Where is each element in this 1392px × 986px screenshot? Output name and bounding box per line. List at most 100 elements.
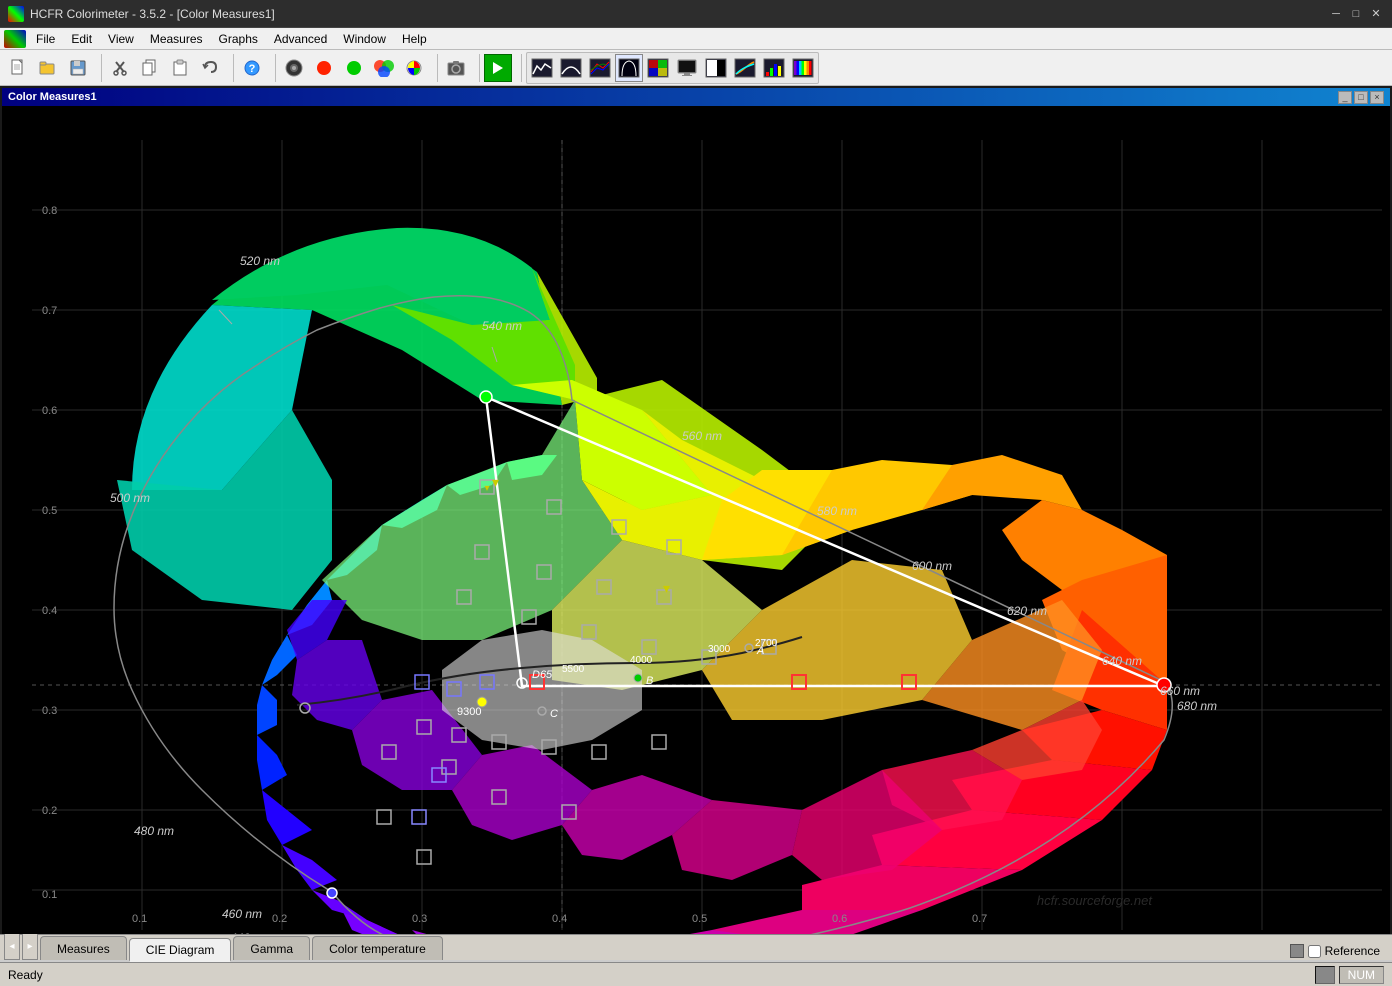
svg-text:480 nm: 480 nm	[134, 824, 174, 838]
minimize-button[interactable]: ─	[1328, 6, 1344, 22]
svg-text:▾: ▾	[484, 483, 489, 494]
svg-text:0.5: 0.5	[692, 913, 707, 925]
svg-text:4000: 4000	[630, 655, 653, 666]
help-button[interactable]: ?	[238, 54, 266, 82]
svg-text:640 nm: 640 nm	[1102, 654, 1142, 668]
menu-advanced[interactable]: Advanced	[266, 28, 335, 50]
menu-edit[interactable]: Edit	[63, 28, 100, 50]
svg-text:520 nm: 520 nm	[240, 254, 280, 268]
mdi-close-button[interactable]: ×	[1370, 91, 1384, 104]
svg-text:680 nm: 680 nm	[1177, 699, 1217, 713]
svg-text:C: C	[550, 708, 558, 720]
tab-color-temperature[interactable]: Color temperature	[312, 936, 443, 960]
view-rgb-button[interactable]	[586, 54, 614, 82]
view-cie-button[interactable]	[615, 54, 643, 82]
close-button[interactable]: ✕	[1368, 6, 1384, 22]
menu-bar: File Edit View Measures Graphs Advanced …	[0, 28, 1392, 50]
paste-button[interactable]	[166, 54, 194, 82]
svg-text:?: ?	[249, 63, 256, 75]
menu-file[interactable]: File	[28, 28, 63, 50]
reference-area: Reference	[1290, 944, 1388, 960]
svg-text:0.1: 0.1	[132, 913, 147, 925]
tab-next-button[interactable]: ▸	[22, 932, 38, 960]
view-color-button[interactable]	[644, 54, 672, 82]
reference-checkbox[interactable]	[1308, 945, 1321, 958]
reference-icon	[1290, 944, 1304, 958]
svg-text:2700: 2700	[755, 638, 778, 649]
svg-text:0.3: 0.3	[42, 705, 57, 717]
app-icon	[8, 6, 24, 22]
view-luminance-button[interactable]	[528, 54, 556, 82]
view-buttons-group	[526, 52, 819, 84]
svg-text:0.5: 0.5	[42, 505, 57, 517]
color-wheel-button[interactable]	[400, 54, 428, 82]
toolbar: ?	[0, 50, 1392, 86]
screenshot-button[interactable]	[442, 54, 470, 82]
status-text: Ready	[8, 968, 43, 982]
menu-view[interactable]: View	[100, 28, 142, 50]
open-button[interactable]	[34, 54, 62, 82]
tab-prev-button[interactable]: ◂	[4, 932, 20, 960]
tab-bar: ◂ ▸ Measures CIE Diagram Gamma Color tem…	[0, 934, 1392, 962]
svg-text:0.7: 0.7	[42, 305, 57, 317]
menu-help[interactable]: Help	[394, 28, 435, 50]
svg-text:0.4: 0.4	[552, 913, 567, 925]
status-bar: Ready NUM	[0, 962, 1392, 986]
menu-measures[interactable]: Measures	[142, 28, 211, 50]
num-indicator: NUM	[1339, 966, 1384, 984]
svg-text:0.4: 0.4	[42, 605, 57, 617]
content-wrapper: Color Measures1 _ □ ×	[0, 86, 1392, 934]
tab-measures[interactable]: Measures	[40, 936, 127, 960]
title-bar: HCFR Colorimeter - 3.5.2 - [Color Measur…	[0, 0, 1392, 28]
status-icon	[1315, 966, 1335, 984]
color-red-button[interactable]	[310, 54, 338, 82]
menu-window[interactable]: Window	[335, 28, 394, 50]
reference-label: Reference	[1325, 944, 1380, 958]
svg-text:0.7: 0.7	[972, 913, 987, 925]
view-curves-button[interactable]	[731, 54, 759, 82]
save-button[interactable]	[64, 54, 92, 82]
window-title: HCFR Colorimeter - 3.5.2 - [Color Measur…	[30, 7, 275, 21]
copy-button[interactable]	[136, 54, 164, 82]
svg-text:620 nm: 620 nm	[1007, 604, 1047, 618]
svg-text:▾: ▾	[492, 474, 499, 490]
svg-text:3000: 3000	[708, 644, 731, 655]
view-analyzer-button[interactable]	[760, 54, 788, 82]
menu-logo	[4, 30, 26, 48]
mdi-minimize-button[interactable]: _	[1338, 91, 1352, 104]
svg-text:0.6: 0.6	[832, 913, 847, 925]
menu-graphs[interactable]: Graphs	[211, 28, 266, 50]
svg-text:▾: ▾	[663, 580, 670, 596]
mdi-title: Color Measures1	[8, 91, 97, 103]
svg-text:580 nm: 580 nm	[817, 504, 857, 518]
new-button[interactable]	[4, 54, 32, 82]
cut-button[interactable]	[106, 54, 134, 82]
view-contrast-button[interactable]	[702, 54, 730, 82]
svg-text:0.6: 0.6	[42, 405, 57, 417]
svg-text:D65: D65	[532, 669, 553, 681]
svg-text:500 nm: 500 nm	[110, 491, 150, 505]
svg-text:0.2: 0.2	[42, 805, 57, 817]
undo-button[interactable]	[196, 54, 224, 82]
maximize-button[interactable]: □	[1348, 6, 1364, 22]
svg-text:0.8: 0.8	[42, 205, 57, 217]
view-spectrum-button[interactable]	[789, 54, 817, 82]
svg-text:540 nm: 540 nm	[482, 319, 522, 333]
svg-text:560 nm: 560 nm	[682, 429, 722, 443]
color-rgb-button[interactable]	[370, 54, 398, 82]
svg-text:440 nm: 440 nm	[230, 931, 270, 934]
tab-cie-diagram[interactable]: CIE Diagram	[129, 938, 232, 962]
view-gamma-button[interactable]	[557, 54, 585, 82]
svg-text:600 nm: 600 nm	[912, 559, 952, 573]
svg-text:hcfr.sourceforge.net: hcfr.sourceforge.net	[1037, 893, 1154, 908]
svg-text:0.2: 0.2	[272, 913, 287, 925]
play-button[interactable]	[484, 54, 512, 82]
color-green-button[interactable]	[340, 54, 368, 82]
svg-text:0.3: 0.3	[412, 913, 427, 925]
cie-diagram: ▾	[2, 106, 1390, 934]
mdi-controls: _ □ ×	[1338, 91, 1384, 104]
view-display-button[interactable]	[673, 54, 701, 82]
tab-gamma[interactable]: Gamma	[233, 936, 310, 960]
mdi-maximize-button[interactable]: □	[1354, 91, 1368, 104]
probe-button[interactable]	[280, 54, 308, 82]
